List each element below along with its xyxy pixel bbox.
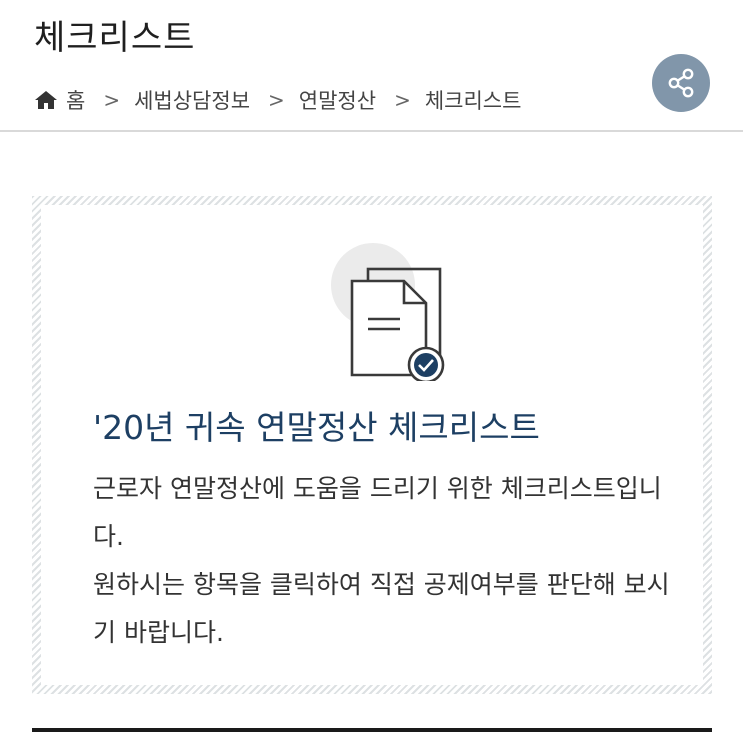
document-check-icon — [331, 243, 445, 381]
checklist-card: '20년 귀속 연말정산 체크리스트 근로자 연말정산에 도움을 드리기 위한 … — [32, 196, 712, 694]
breadcrumb-item-year-end[interactable]: 연말정산 — [299, 85, 376, 115]
card-description-line: 원하시는 항목을 클릭하여 직접 공제여부를 판단해 보시기 바랍니다. — [93, 570, 670, 647]
card-description-line: 근로자 연말정산에 도움을 드리기 위한 체크리스트입니다. — [93, 474, 662, 551]
page-title: 체크리스트 — [34, 18, 196, 58]
home-icon[interactable] — [34, 89, 58, 111]
card-description: 근로자 연말정산에 도움을 드리기 위한 체크리스트입니다. 원하시는 항목을 … — [93, 465, 673, 657]
breadcrumb-item-tax-consult[interactable]: 세법상담정보 — [134, 85, 250, 115]
card-title: '20년 귀속 연말정산 체크리스트 — [93, 408, 540, 447]
section-divider — [32, 728, 712, 732]
breadcrumb-home[interactable]: 홈 — [66, 85, 85, 115]
breadcrumb-separator: > — [103, 88, 121, 112]
share-icon — [668, 68, 694, 98]
card-content: '20년 귀속 연말정산 체크리스트 근로자 연말정산에 도움을 드리기 위한 … — [41, 205, 703, 685]
breadcrumb-item-checklist[interactable]: 체크리스트 — [425, 85, 522, 115]
breadcrumb: 홈 > 세법상담정보 > 연말정산 > 체크리스트 — [34, 84, 521, 116]
breadcrumb-separator: > — [268, 88, 285, 112]
breadcrumb-separator: > — [394, 88, 411, 112]
header-divider — [0, 130, 743, 132]
share-button[interactable] — [652, 54, 710, 112]
